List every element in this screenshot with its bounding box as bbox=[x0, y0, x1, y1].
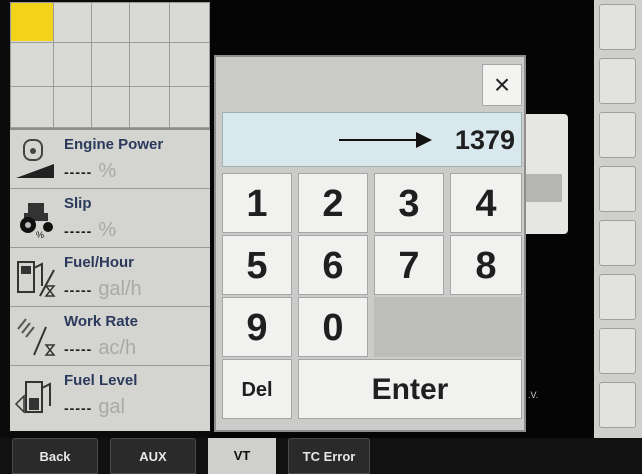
grid-cell[interactable] bbox=[11, 87, 54, 128]
arrow-head-icon bbox=[416, 132, 432, 148]
key-6[interactable]: 6 bbox=[298, 235, 368, 295]
grid-cell[interactable] bbox=[11, 43, 54, 87]
background-label: .V. bbox=[528, 390, 539, 400]
key-9[interactable]: 9 bbox=[222, 297, 292, 357]
metric-label: Work Rate bbox=[64, 313, 138, 330]
grid-cell[interactable] bbox=[92, 3, 130, 43]
grid-cell[interactable] bbox=[130, 87, 170, 128]
grid-cell[interactable] bbox=[11, 3, 54, 43]
metric-engine-power[interactable]: Engine Power -----% bbox=[10, 130, 210, 189]
work-rate-icon bbox=[14, 315, 58, 357]
arrow-icon bbox=[339, 139, 419, 141]
softkey-7[interactable] bbox=[599, 328, 636, 374]
grid-cell[interactable] bbox=[130, 43, 170, 87]
grid-cell[interactable] bbox=[92, 87, 130, 128]
key-3[interactable]: 3 bbox=[374, 173, 444, 233]
grid-cell[interactable] bbox=[130, 3, 170, 43]
softkey-8[interactable] bbox=[599, 382, 636, 428]
layout-grid bbox=[10, 2, 210, 128]
tab-tc-error[interactable]: TC Error bbox=[288, 438, 370, 474]
fuel-pump-icon bbox=[14, 256, 58, 298]
softkey-5[interactable] bbox=[599, 220, 636, 266]
metric-value: -----% bbox=[64, 160, 117, 182]
grid-cell[interactable] bbox=[54, 87, 92, 128]
display-value: 1379 bbox=[454, 125, 515, 155]
svg-text:%: % bbox=[36, 230, 44, 239]
numeric-keypad-dialog: × 1379 1 2 3 4 5 6 7 8 9 0 Del Enter bbox=[214, 55, 526, 432]
delete-button[interactable]: Del bbox=[222, 359, 292, 419]
softkey-column bbox=[594, 0, 642, 474]
softkey-4[interactable] bbox=[599, 166, 636, 212]
softkey-2[interactable] bbox=[599, 58, 636, 104]
metric-work-rate[interactable]: Work Rate ----- ac/h bbox=[10, 307, 210, 366]
metric-label: Fuel/Hour bbox=[64, 254, 134, 271]
key-8[interactable]: 8 bbox=[450, 235, 522, 295]
grid-cell[interactable] bbox=[54, 43, 92, 87]
background-panel bbox=[520, 114, 568, 234]
background-panel-bar bbox=[526, 174, 562, 202]
grid-cell[interactable] bbox=[170, 87, 210, 128]
key-0[interactable]: 0 bbox=[298, 297, 368, 357]
metric-slip[interactable]: % Slip -----% bbox=[10, 189, 210, 248]
softkey-1[interactable] bbox=[599, 4, 636, 50]
tab-back[interactable]: Back bbox=[12, 438, 98, 474]
fuel-level-icon bbox=[14, 374, 58, 416]
key-2[interactable]: 2 bbox=[298, 173, 368, 233]
tractor-slip-icon: % bbox=[14, 197, 58, 240]
softkey-3[interactable] bbox=[599, 112, 636, 158]
metric-value: ----- ac/h bbox=[64, 337, 137, 359]
metric-value: ----- gal bbox=[64, 396, 126, 418]
key-4[interactable]: 4 bbox=[450, 173, 522, 233]
key-7[interactable]: 7 bbox=[374, 235, 444, 295]
tab-aux[interactable]: AUX bbox=[110, 438, 196, 474]
key-5[interactable]: 5 bbox=[222, 235, 292, 295]
engine-icon bbox=[14, 138, 58, 180]
metric-label: Slip bbox=[64, 195, 92, 212]
grid-cell[interactable] bbox=[54, 3, 92, 43]
grid-cell[interactable] bbox=[170, 3, 210, 43]
grid-cell[interactable] bbox=[92, 43, 130, 87]
tab-vt[interactable]: VT bbox=[208, 438, 276, 474]
close-icon: × bbox=[493, 69, 511, 100]
metric-label: Engine Power bbox=[64, 136, 164, 153]
value-display: 1379 bbox=[222, 112, 522, 167]
close-button[interactable]: × bbox=[482, 64, 522, 106]
metric-fuel-level[interactable]: Fuel Level ----- gal bbox=[10, 366, 210, 425]
metric-value: -----% bbox=[64, 219, 117, 241]
metric-label: Fuel Level bbox=[64, 372, 138, 389]
metric-value: ----- gal/h bbox=[64, 278, 142, 300]
softkey-6[interactable] bbox=[599, 274, 636, 320]
enter-button[interactable]: Enter bbox=[298, 359, 522, 419]
keypad-empty-area bbox=[374, 297, 522, 357]
key-1[interactable]: 1 bbox=[222, 173, 292, 233]
grid-cell[interactable] bbox=[170, 43, 210, 87]
metric-fuel-hour[interactable]: Fuel/Hour ----- gal/h bbox=[10, 248, 210, 307]
status-panel: Engine Power -----% % Slip -----% Fuel/H… bbox=[10, 128, 210, 431]
